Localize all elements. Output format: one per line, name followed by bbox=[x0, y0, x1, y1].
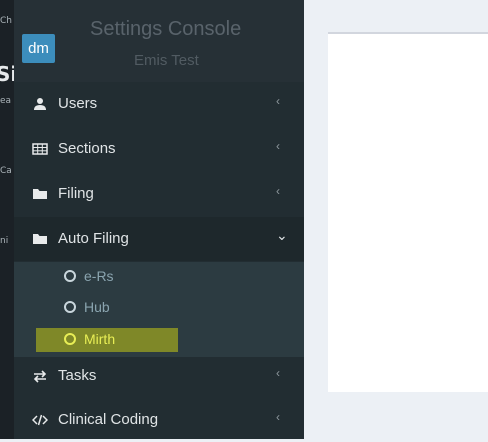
menu-item-clinical-coding[interactable]: Clinical Coding ‹ bbox=[14, 398, 304, 442]
circle-icon bbox=[64, 301, 76, 313]
chevron-left-icon: ‹ bbox=[276, 366, 280, 380]
desktop-label-1: Ch bbox=[0, 16, 12, 26]
submenu-item-e-rs[interactable]: e-Rs bbox=[36, 265, 176, 289]
circle-icon bbox=[64, 333, 76, 345]
folder-icon bbox=[33, 189, 47, 199]
chevron-down-icon: ⌄ bbox=[276, 227, 288, 243]
auto-filing-submenu: e-Rs Hub Mirth bbox=[14, 262, 304, 357]
desktop-background: Ch Si ea Ca ni bbox=[0, 0, 14, 439]
desktop-label-5: ni bbox=[0, 236, 9, 246]
submenu-item-label: e-Rs bbox=[84, 268, 114, 284]
menu-item-users[interactable]: Users ‹ bbox=[14, 82, 304, 126]
menu-item-label: Tasks bbox=[58, 367, 97, 384]
desktop-label-4: Ca bbox=[0, 166, 12, 176]
desktop-label-2: Si bbox=[0, 62, 14, 86]
menu-item-auto-filing[interactable]: Auto Filing ⌄ bbox=[14, 217, 304, 261]
menu-item-label: Users bbox=[58, 95, 98, 112]
menu-item-label: Auto Filing bbox=[58, 230, 129, 247]
menu-item-label: Sections bbox=[58, 140, 116, 157]
desktop-label-3: ea bbox=[0, 96, 12, 106]
code-icon bbox=[32, 414, 48, 426]
chevron-left-icon: ‹ bbox=[276, 184, 280, 198]
menu-item-label: Filing bbox=[58, 185, 94, 202]
chevron-left-icon: ‹ bbox=[276, 94, 280, 108]
submenu-item-label: Hub bbox=[84, 299, 110, 315]
menu-item-filing[interactable]: Filing ‹ bbox=[14, 172, 304, 216]
menu-item-tasks[interactable]: Tasks ‹ bbox=[14, 354, 304, 398]
app-title: Settings Console bbox=[90, 18, 242, 40]
sidebar-header: dm Settings Console Emis Test bbox=[14, 0, 304, 82]
chevron-left-icon: ‹ bbox=[276, 410, 280, 424]
app-logo[interactable]: dm bbox=[22, 34, 55, 63]
table-icon bbox=[32, 143, 48, 155]
submenu-item-mirth[interactable]: Mirth bbox=[36, 328, 178, 352]
menu-item-sections[interactable]: Sections ‹ bbox=[14, 127, 304, 171]
submenu-item-hub[interactable]: Hub bbox=[36, 296, 176, 320]
submenu-item-label: Mirth bbox=[84, 331, 116, 347]
content-panel bbox=[328, 32, 488, 392]
menu-item-label: Clinical Coding bbox=[58, 411, 159, 428]
exchange-icon bbox=[33, 370, 47, 383]
sidebar: dm Settings Console Emis Test Users ‹ Se… bbox=[14, 0, 304, 439]
circle-icon bbox=[64, 270, 76, 282]
user-icon bbox=[34, 98, 46, 110]
app-subtitle: Emis Test bbox=[134, 52, 199, 69]
folder-icon bbox=[33, 234, 47, 244]
chevron-left-icon: ‹ bbox=[276, 139, 280, 153]
